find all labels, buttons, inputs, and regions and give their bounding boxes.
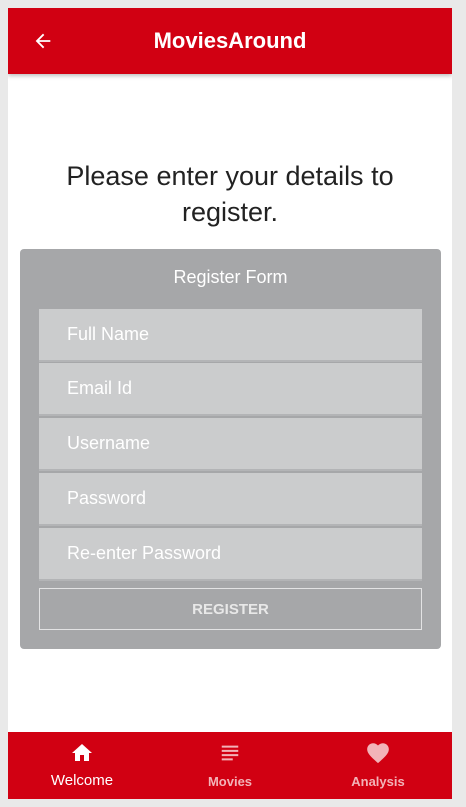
back-button[interactable] (28, 26, 58, 56)
full-name-field[interactable] (39, 309, 422, 362)
email-input[interactable] (39, 363, 422, 414)
register-form-card: Register Form REGISTER (20, 249, 441, 649)
heart-icon (367, 743, 389, 764)
nav-item-welcome[interactable]: Welcome (8, 732, 156, 799)
password-input[interactable] (39, 473, 422, 524)
nav-label-analysis: Analysis (351, 774, 405, 789)
app-title: MoviesAround (153, 28, 307, 53)
form-title: Register Form (173, 267, 288, 287)
nav-label-welcome: Welcome (50, 772, 114, 789)
register-button[interactable]: REGISTER (39, 588, 422, 630)
username-field[interactable] (39, 418, 422, 471)
list-icon (221, 745, 239, 761)
email-field[interactable] (39, 363, 422, 416)
home-icon (72, 744, 92, 761)
confirm-password-input[interactable] (39, 528, 422, 579)
bottom-navigation: Welcome Movies Analysis (8, 732, 452, 799)
app-bar: MoviesAround (8, 8, 452, 74)
confirm-password-field[interactable] (39, 528, 422, 581)
arrow-left-icon (35, 33, 51, 49)
register-prompt: Please enter your details to register. (66, 161, 394, 227)
username-input[interactable] (39, 418, 422, 469)
nav-label-movies: Movies (207, 774, 253, 789)
full-name-input[interactable] (39, 309, 422, 360)
nav-item-movies[interactable]: Movies (156, 732, 304, 799)
nav-item-analysis[interactable]: Analysis (304, 732, 452, 799)
app-screen: MoviesAround Please enter your details t… (8, 8, 452, 799)
password-field[interactable] (39, 473, 422, 526)
